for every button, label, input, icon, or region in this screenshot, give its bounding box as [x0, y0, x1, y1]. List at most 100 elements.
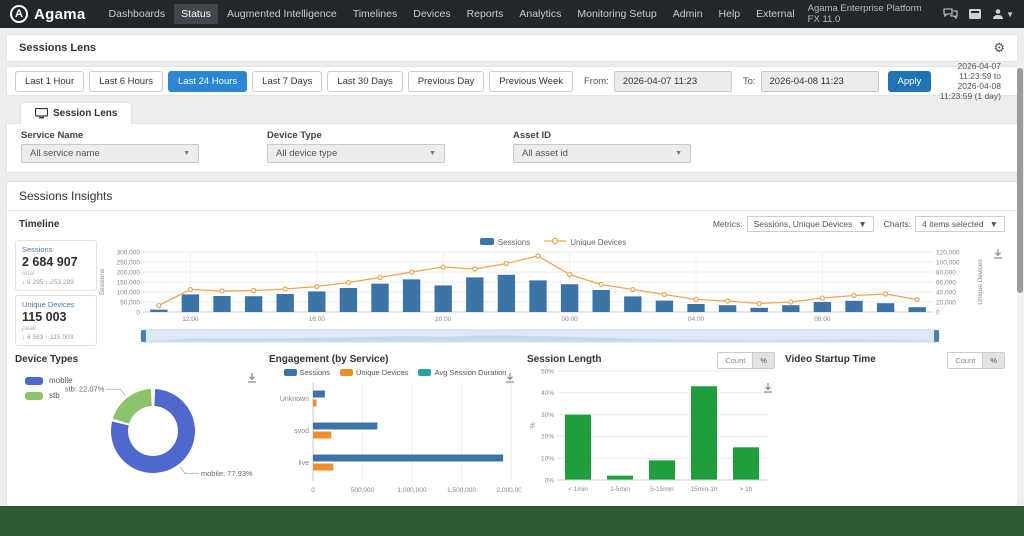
chat-icon[interactable] — [943, 8, 958, 20]
time-range-bar: Last 1 HourLast 6 HoursLast 24 HoursLast… — [6, 66, 1018, 96]
session-length-toggle: Count % — [717, 352, 775, 369]
download-icon[interactable] — [505, 370, 515, 388]
svg-text:1,500,000: 1,500,000 — [447, 487, 476, 494]
nav-item-reports[interactable]: Reports — [460, 4, 511, 24]
chevron-down-icon: ▼ — [183, 150, 190, 157]
monitor-icon[interactable] — [968, 8, 982, 20]
legend-sessions[interactable]: Sessions — [480, 238, 530, 247]
nav-item-monitoring-setup[interactable]: Monitoring Setup — [570, 4, 663, 24]
engagement-svg: 0500,0001,000,0001,500,0002,000,000Unkno… — [269, 379, 521, 497]
stat-value: 115 003 — [22, 310, 90, 324]
count-toggle[interactable]: Count — [947, 352, 983, 369]
nav-item-external[interactable]: External — [749, 4, 802, 24]
svg-text:0: 0 — [136, 309, 140, 316]
preset-previous-day[interactable]: Previous Day — [408, 71, 485, 92]
engagement-chart: Engagement (by Service) Sessions Unique D… — [269, 354, 521, 502]
download-icon[interactable] — [247, 370, 257, 388]
engagement-legend-unique-devices[interactable]: Unique Devices — [340, 368, 409, 377]
stat-sub: peak — [22, 325, 90, 332]
svg-text:0: 0 — [311, 487, 315, 494]
nav-item-status[interactable]: Status — [174, 4, 218, 24]
count-toggle[interactable]: Count — [717, 352, 753, 369]
svg-text:Unique Devices: Unique Devices — [977, 258, 984, 304]
filter-select-service-name[interactable]: All service name ▼ — [21, 144, 199, 163]
download-icon[interactable] — [993, 246, 1003, 264]
svg-text:15min-1h: 15min-1h — [690, 486, 717, 493]
nav-item-augmented-intelligence[interactable]: Augmented Intelligence — [220, 4, 344, 24]
title-bar: Sessions Lens ⚙ — [6, 34, 1018, 62]
screen-icon — [35, 108, 48, 119]
gear-icon[interactable]: ⚙ — [993, 40, 1005, 56]
filter-select-device-type[interactable]: All device type▼ — [267, 144, 445, 163]
preset-buttons: Last 1 HourLast 6 HoursLast 24 HoursLast… — [15, 71, 573, 92]
preset-last-24-hours[interactable]: Last 24 Hours — [168, 71, 247, 92]
nav-item-timelines[interactable]: Timelines — [346, 4, 405, 24]
svg-text:Unknown: Unknown — [280, 396, 309, 403]
video-startup-chart: Video Startup Time Count % — [785, 354, 1009, 502]
percent-toggle[interactable]: % — [753, 352, 775, 369]
to-input[interactable]: 2026-04-08 11:23 — [761, 71, 879, 92]
preset-last-30-days[interactable]: Last 30 Days — [327, 71, 402, 92]
insights-title: Sessions Insights — [7, 182, 1017, 211]
chevron-down-icon: ▼ — [675, 150, 682, 157]
nav-item-admin[interactable]: Admin — [666, 4, 710, 24]
filter-label: Asset ID — [513, 130, 691, 141]
engagement-legend-sessions[interactable]: Sessions — [284, 368, 330, 377]
session-length-svg: 0%10%20%30%40%50%%< 1min1-5min5-15min15m… — [527, 365, 779, 495]
sessions-insights-panel: Sessions Insights Timeline Metrics: Sess… — [6, 181, 1018, 509]
timeline-row: Sessions2 684 907total↓ 9 295 ↑ 253 289U… — [7, 234, 1017, 348]
from-input[interactable]: 2026-04-07 11:23 — [614, 71, 732, 92]
nav-item-devices[interactable]: Devices — [406, 4, 457, 24]
legend-unique-devices[interactable]: Unique Devices — [544, 237, 626, 247]
preset-last-7-days[interactable]: Last 7 Days — [252, 71, 322, 92]
range-summary: 2026-04-07 11:23:59 to 2026-04-08 11:23:… — [936, 61, 1009, 101]
svg-text:> 1h: > 1h — [740, 486, 753, 493]
user-menu[interactable]: ▼ — [992, 8, 1014, 20]
svg-text:5-15min: 5-15min — [650, 486, 674, 493]
timeline-brush[interactable] — [97, 329, 987, 343]
donut-legend-stb[interactable]: stb — [25, 391, 73, 400]
nav-item-help[interactable]: Help — [712, 4, 748, 24]
percent-toggle[interactable]: % — [983, 352, 1005, 369]
charts-select[interactable]: 4 items selected ▼ — [915, 216, 1005, 232]
charts-value: 4 items selected — [922, 219, 983, 229]
preset-last-1-hour[interactable]: Last 1 Hour — [15, 71, 84, 92]
engagement-title: Engagement (by Service) — [269, 354, 521, 365]
nav-item-analytics[interactable]: Analytics — [512, 4, 568, 24]
svg-text:04:00: 04:00 — [688, 316, 705, 323]
filter-select-asset-id[interactable]: All asset id▼ — [513, 144, 691, 163]
apply-button[interactable]: Apply — [888, 71, 932, 92]
to-label: To: — [743, 76, 756, 87]
svg-text:Sessions: Sessions — [99, 268, 106, 295]
scrollbar[interactable] — [1017, 62, 1023, 502]
filter-value: All service name — [30, 148, 100, 159]
svg-text:< 1min: < 1min — [568, 486, 588, 493]
svg-text:16:00: 16:00 — [309, 316, 326, 323]
stat-range: ↓ 6 583 ↑ 115 003 — [22, 334, 90, 341]
preset-last-6-hours[interactable]: Last 6 Hours — [89, 71, 163, 92]
nav-item-dashboards[interactable]: Dashboards — [102, 4, 173, 24]
svg-text:100,000: 100,000 — [936, 259, 960, 266]
tab-session-lens[interactable]: Session Lens — [20, 102, 132, 124]
preset-previous-week[interactable]: Previous Week — [489, 71, 573, 92]
svg-text:60,000: 60,000 — [936, 279, 956, 286]
timeline-label: Timeline — [19, 219, 713, 230]
svg-text:%: % — [530, 422, 537, 428]
nav-items: DashboardsStatusAugmented IntelligenceTi… — [102, 4, 802, 24]
download-icon[interactable] — [763, 380, 773, 398]
brand[interactable]: A Agama — [10, 5, 86, 23]
tab-label: Session Lens — [53, 108, 117, 119]
top-nav: A Agama DashboardsStatusAugmented Intell… — [0, 0, 1024, 28]
device-types-title: Device Types — [15, 354, 263, 365]
svg-text:300,000: 300,000 — [117, 249, 141, 256]
donut-legend-mobile[interactable]: mobile — [25, 376, 73, 385]
svg-text:100,000: 100,000 — [117, 289, 141, 296]
chevron-down-icon: ▼ — [1006, 10, 1014, 19]
svg-text:1,000,000: 1,000,000 — [398, 487, 427, 494]
metrics-select[interactable]: Sessions, Unique Devices ▼ — [747, 216, 874, 232]
stats-column: Sessions2 684 907total↓ 9 295 ↑ 253 289U… — [15, 236, 97, 348]
scrollbar-thumb[interactable] — [1017, 68, 1023, 293]
engagement-legend-avg-session-duration[interactable]: Avg Session Duration — [418, 368, 506, 377]
svg-text:12:00: 12:00 — [182, 316, 199, 323]
charts-label: Charts: — [884, 219, 911, 229]
